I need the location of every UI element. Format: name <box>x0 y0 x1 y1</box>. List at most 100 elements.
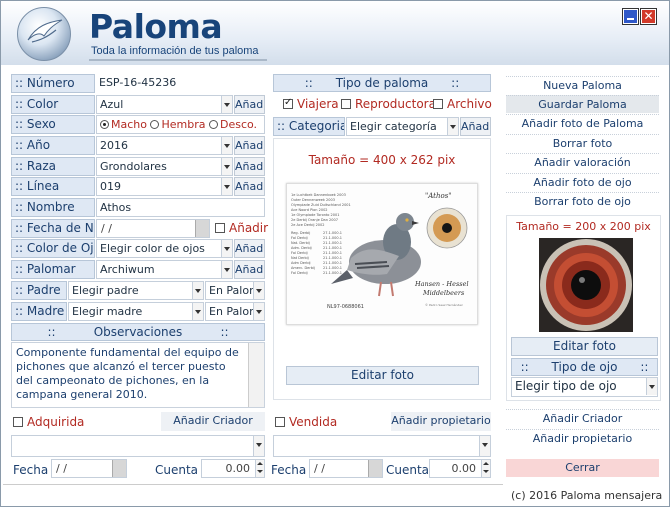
spinner-icon[interactable] <box>255 460 264 477</box>
add-anio-button[interactable]: Añad. <box>234 136 265 155</box>
vendida-cuenta-field[interactable]: 0.00 <box>429 459 491 478</box>
borrar-foto-button[interactable]: Borrar foto <box>506 134 659 152</box>
raza-label: :: Raza <box>11 157 95 176</box>
nueva-paloma-button[interactable]: Nueva Paloma <box>506 76 659 94</box>
color-ojo-value: Elegir color de ojos <box>100 242 205 255</box>
card-result-label: Adm. Derbij <box>291 246 312 250</box>
numero-field[interactable]: ESP-16-45236 <box>96 74 264 93</box>
chevron-down-icon[interactable] <box>192 303 203 320</box>
color-ojo-select[interactable]: Elegir color de ojos <box>96 239 233 258</box>
fecha-nacimiento-label: :: Fecha de Na. <box>11 219 95 238</box>
anio-select[interactable]: 2016 <box>96 136 233 155</box>
card-result-label: Amerc. Derbij <box>291 266 315 270</box>
copyright-text: (c) 2016 Paloma mensajera <box>511 489 663 502</box>
add-linea-button[interactable]: Añad. <box>234 177 265 196</box>
cerrar-button[interactable]: Cerrar <box>506 459 659 477</box>
chevron-down-icon[interactable] <box>479 436 490 456</box>
categorias-select[interactable]: Elegir categoría <box>346 117 459 136</box>
anadir-propietario-side-button[interactable]: Añadir propietario <box>506 429 659 447</box>
calendar-icon[interactable] <box>195 220 209 237</box>
chevron-down-icon[interactable] <box>221 240 232 257</box>
madre-palomar-select[interactable]: En Palom <box>205 302 265 321</box>
observaciones-text: Componente fundamental del equipo de pic… <box>16 346 239 401</box>
linea-select[interactable]: 019 <box>96 177 233 196</box>
adquirida-criador-select[interactable] <box>11 435 265 457</box>
vendida-checkbox[interactable]: Vendida <box>275 415 337 429</box>
observaciones-scrollbar[interactable] <box>248 343 264 407</box>
pigeon-photo[interactable]: 1e Luchtbek Dannenboek 2003 Outer Dennenw… <box>286 183 478 325</box>
adquirida-checkbox[interactable]: Adquirida <box>13 415 84 429</box>
app-title: Paloma <box>89 7 223 46</box>
chevron-down-icon[interactable] <box>253 303 264 320</box>
chevron-down-icon[interactable] <box>221 261 232 278</box>
radio-hembra[interactable]: Hembra <box>150 118 205 131</box>
vendida-fecha-field[interactable]: / / <box>309 459 383 478</box>
raza-value: Grondolares <box>100 160 167 173</box>
pigeon-logo-icon <box>17 7 71 61</box>
photo-size-label: Tamaño = 400 x 262 pix <box>308 153 456 167</box>
card-result-label: Nat. Derbij <box>291 241 310 245</box>
chevron-down-icon[interactable] <box>646 378 657 395</box>
spinner-icon[interactable] <box>481 460 490 477</box>
chevron-down-icon[interactable] <box>192 282 203 299</box>
card-title-line: 1e Luchtbek Dannenboek 2003 <box>291 193 346 197</box>
tipo-viajera-checkbox[interactable]: Viajera <box>283 97 339 111</box>
close-window-button[interactable]: ✕ <box>641 9 656 24</box>
tipo-reproductora-checkbox[interactable]: Reproductora <box>341 97 436 111</box>
radio-icon <box>150 120 160 129</box>
tipo-archivo-label: Archivo <box>447 97 492 111</box>
palomar-select[interactable]: Archiwum <box>96 260 233 279</box>
tipo-archivo-checkbox[interactable]: Archivo <box>433 97 492 111</box>
chevron-down-icon[interactable] <box>253 282 264 299</box>
tipo-ojo-select[interactable]: Elegir tipo de ojo <box>511 377 658 397</box>
padre-palomar-select[interactable]: En Palom <box>205 281 265 300</box>
padre-select[interactable]: Elegir padre <box>68 281 204 300</box>
fecha-nacimiento-field[interactable]: / / <box>96 219 210 238</box>
adquirida-cuenta-field[interactable]: 0.00 <box>201 459 265 478</box>
checkbox-icon <box>283 97 293 109</box>
nombre-field[interactable]: Athos <box>96 198 265 217</box>
radio-macho[interactable]: Macho <box>100 118 147 131</box>
add-categoria-button[interactable]: Añad. <box>460 117 491 136</box>
guardar-paloma-button[interactable]: Guardar Paloma <box>506 95 659 113</box>
add-color-button[interactable]: Añad. <box>234 95 265 114</box>
photo-edit-button[interactable]: Editar foto <box>286 366 479 385</box>
checkbox-icon <box>275 417 285 427</box>
anadir-criador-side-button[interactable]: Añadir Criador <box>506 409 659 427</box>
anadir-foto-button[interactable]: Añadir foto de Paloma <box>506 114 659 132</box>
chevron-down-icon[interactable] <box>253 436 264 456</box>
card-title-line: Ace Noord Pion 2002 <box>291 208 328 212</box>
add-palomar-button[interactable]: Añad. <box>234 260 265 279</box>
minimize-button[interactable] <box>623 9 638 24</box>
color-select[interactable]: Azul <box>96 95 233 114</box>
vendida-add-propietario-button[interactable]: Añadir propietario <box>391 412 491 431</box>
tagline-divider <box>89 59 267 61</box>
anadir-valoracion-button[interactable]: Añadir valoración <box>506 153 659 171</box>
fecha-add-checkbox[interactable]: Añadir <box>215 221 268 235</box>
observaciones-textarea[interactable]: Componente fundamental del equipo de pic… <box>11 342 265 408</box>
adquirida-cuenta-label: Cuenta : <box>155 463 206 477</box>
add-color-ojo-button[interactable]: Añad. <box>234 239 265 258</box>
vendida-propietario-select[interactable] <box>273 435 491 457</box>
radio-desco[interactable]: Desco. <box>208 118 257 131</box>
adquirida-add-criador-button[interactable]: Añadir Criador <box>161 412 265 431</box>
card-result-value: 21.1.000.1 <box>323 271 342 275</box>
pigeon-card-image: 1e Luchtbek Dannenboek 2003Outer Dennenw… <box>287 184 477 324</box>
adquirida-fecha-field[interactable]: / / <box>51 459 127 478</box>
borrar-foto-ojo-button[interactable]: Borrar foto de ojo <box>506 192 659 210</box>
sexo-label: :: Sexo <box>11 115 95 134</box>
raza-select[interactable]: Grondolares <box>96 157 233 176</box>
chevron-down-icon[interactable] <box>221 137 232 154</box>
calendar-icon[interactable] <box>368 460 382 477</box>
chevron-down-icon[interactable] <box>221 178 232 195</box>
eye-edit-button[interactable]: Editar foto <box>511 337 658 356</box>
calendar-icon[interactable] <box>112 460 126 477</box>
anadir-foto-ojo-button[interactable]: Añadir foto de ojo <box>506 173 659 191</box>
chevron-down-icon[interactable] <box>447 118 458 135</box>
add-raza-button[interactable]: Añad. <box>234 157 265 176</box>
madre-label: :: Madre <box>11 302 67 321</box>
eye-photo[interactable] <box>539 238 633 332</box>
chevron-down-icon[interactable] <box>221 96 232 113</box>
chevron-down-icon[interactable] <box>221 158 232 175</box>
madre-select[interactable]: Elegir madre <box>68 302 204 321</box>
